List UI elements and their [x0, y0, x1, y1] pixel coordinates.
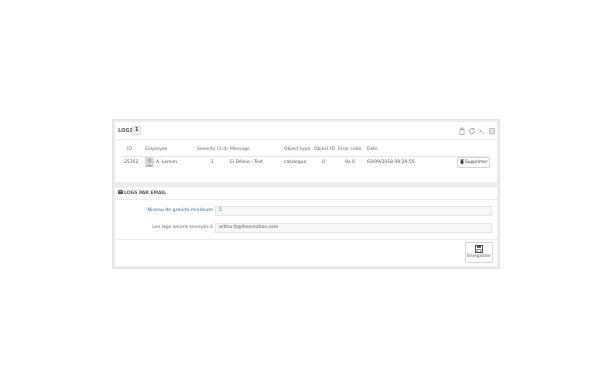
floppy-disk-icon: [475, 245, 483, 253]
delete-button-label: Supprimer: [465, 160, 488, 165]
email-logs-panel: LOGS PAR EMAIL Niveau de gravité minimum…: [115, 187, 497, 266]
logs-page: LOGS 1 ID Employee Severity (1-4) Messag…: [112, 119, 500, 269]
avatar: [145, 157, 154, 167]
delete-button[interactable]: Supprimer: [457, 157, 491, 168]
recipient-email-input[interactable]: arthur.lt@thecreation.com: [215, 223, 492, 233]
database-icon[interactable]: [488, 127, 496, 135]
email-panel-title-wrap: LOGS PAR EMAIL: [117, 189, 167, 196]
cell-employee: A. Lemon: [156, 160, 178, 165]
envelope-icon: [117, 189, 124, 194]
cell-id: 25352: [124, 160, 139, 165]
column-header-object-type[interactable]: Object type: [284, 147, 310, 152]
refresh-icon[interactable]: [468, 127, 476, 135]
column-header-id[interactable]: ID: [127, 147, 132, 152]
cell-severity: 1: [211, 160, 214, 165]
cell-date: 03/09/2018 09:29:55: [367, 160, 415, 165]
column-header-date[interactable]: Date: [367, 147, 378, 152]
save-button-label: Enregistrer: [467, 254, 491, 259]
logs-count-badge: 1: [132, 126, 142, 135]
cell-error-code: 0x 0: [345, 160, 355, 165]
logs-panel: LOGS 1 ID Employee Severity (1-4) Messag…: [115, 122, 497, 182]
terminal-icon[interactable]: [478, 127, 486, 135]
email-panel-title: LOGS PAR EMAIL: [124, 191, 167, 196]
column-header-error-code[interactable]: Error code: [338, 147, 361, 152]
trash-icon[interactable]: [458, 127, 466, 135]
cell-object-type: catalogue: [284, 160, 307, 165]
panel-footer-divider: [115, 239, 497, 240]
email-panel-header: LOGS PAR EMAIL: [115, 187, 497, 200]
trash-icon: [460, 159, 464, 164]
save-button[interactable]: Enregistrer: [465, 242, 493, 263]
severity-label[interactable]: Niveau de gravité minimum: [148, 208, 213, 213]
column-header-severity[interactable]: Severity (1-4): [197, 147, 228, 152]
logs-panel-header: LOGS 1: [115, 122, 497, 140]
table-header-divider: [121, 156, 489, 157]
severity-input[interactable]: 5: [215, 206, 492, 216]
cell-object-id: 0: [322, 160, 325, 165]
column-header-employee[interactable]: Employee: [145, 147, 167, 152]
column-header-object-id[interactable]: Object ID: [314, 147, 335, 152]
cell-message: Ei Désno - Test: [230, 160, 264, 165]
recipient-label: Les logs seront envoyés à: [152, 225, 213, 230]
column-header-message[interactable]: Message: [230, 147, 250, 152]
